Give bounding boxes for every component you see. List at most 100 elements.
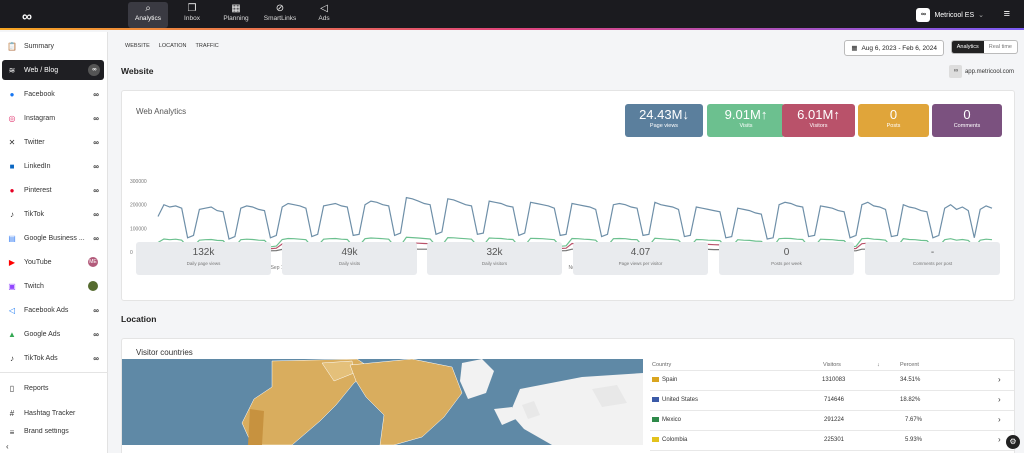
- web-analytics-title: Web Analytics: [136, 107, 187, 116]
- nav-ads[interactable]: ◁ Ads: [304, 2, 344, 28]
- twitch-icon: ▣: [8, 281, 16, 291]
- country-name: Mexico: [662, 417, 682, 424]
- nav-planning[interactable]: ▦ Planning: [216, 2, 256, 28]
- country-name: Spain: [662, 377, 678, 384]
- chevron-right-icon[interactable]: ›: [998, 415, 1001, 424]
- kpi-page-views[interactable]: 24.43M↓ Page views: [625, 104, 703, 137]
- sidebar-item-label: Brand settings: [24, 428, 69, 435]
- site-indicator[interactable]: ∞ app.metricool.com: [948, 65, 1014, 78]
- sidebar-item-twitch[interactable]: ▣ Twitch: [2, 276, 104, 296]
- date-range-picker[interactable]: ▦ Aug 6, 2023 - Feb 6, 2024: [844, 40, 944, 56]
- rss-icon: ≋: [8, 65, 16, 75]
- mode-toggle: Analytics Real time: [950, 40, 1018, 54]
- hamburger-menu-icon[interactable]: ≡: [1004, 8, 1010, 20]
- country-visitors: 225301: [824, 437, 845, 443]
- kpi-visitors[interactable]: 6.01M↑ Visitors: [782, 104, 855, 137]
- collapse-sidebar-icon[interactable]: ‹: [6, 442, 9, 451]
- stat-posts-per-week: 0 Posts per week: [719, 242, 854, 275]
- section-tabs: WEBSITE LOCATION TRAFFIC: [125, 43, 219, 49]
- sidebar-item-summary[interactable]: 📋 Summary: [2, 36, 104, 56]
- sidebar-item-label: Twitch: [24, 282, 44, 290]
- twitch-avatar: [88, 281, 98, 291]
- site-logo: ∞: [948, 65, 962, 78]
- sidebar-item-tiktok-ads[interactable]: ♪ TikTok Ads ∞: [2, 348, 104, 368]
- us-flag-icon: [652, 397, 659, 402]
- country-visitors: 1310083: [822, 377, 846, 383]
- mexico-flag-icon: [652, 417, 659, 422]
- tab-location[interactable]: LOCATION: [159, 43, 187, 49]
- tab-website[interactable]: WEBSITE: [125, 43, 150, 49]
- chevron-right-icon[interactable]: ›: [998, 435, 1001, 444]
- nav-analytics[interactable]: ⌕ Analytics: [128, 2, 168, 28]
- sidebar-item-facebook-ads[interactable]: ◁ Facebook Ads ∞: [2, 300, 104, 320]
- sidebar-item-google-ads[interactable]: ▲ Google Ads ∞: [2, 324, 104, 344]
- sidebar-item-web-blog[interactable]: ≋ Web / Blog ∞: [2, 60, 104, 80]
- tab-traffic[interactable]: TRAFFIC: [195, 43, 218, 49]
- table-row-spain[interactable]: Spain 1310083 34.51% ›: [650, 371, 1014, 391]
- sidebar-item-hashtag-tracker[interactable]: # Hashtag Tracker: [2, 403, 104, 423]
- link-icon: ∞: [93, 305, 99, 315]
- profile-menu[interactable]: ∞ Metricool ES ⌄: [916, 8, 984, 22]
- sidebar-item-youtube[interactable]: ▶ YouTube ME: [2, 252, 104, 272]
- table-row-united-states[interactable]: United States 714646 18.82% ›: [650, 391, 1014, 411]
- sidebar-item-brand-settings[interactable]: ≡ Brand settings: [2, 428, 104, 438]
- settings-fab-icon[interactable]: ⚙: [1006, 435, 1020, 449]
- kpi-label: Visits: [739, 123, 753, 129]
- linkedin-icon: ■: [9, 161, 15, 171]
- y-tick-label: 200000: [130, 203, 147, 209]
- world-map[interactable]: [122, 359, 643, 445]
- nav-inbox-label: Inbox: [184, 15, 200, 22]
- settings-icon: ≡: [9, 428, 15, 437]
- table-header: Country Visitors ↓ Percent: [650, 359, 1014, 371]
- toggle-analytics[interactable]: Analytics: [951, 41, 984, 53]
- stat-value: -: [930, 247, 935, 258]
- countries-table: Country Visitors ↓ Percent Spain 1310083…: [650, 359, 1014, 451]
- nav-inbox[interactable]: ❐ Inbox: [172, 2, 212, 28]
- column-visitors[interactable]: Visitors: [823, 362, 841, 368]
- sidebar-item-label: Facebook Ads: [24, 306, 69, 314]
- stat-daily-page-views: 132k Daily page views: [136, 242, 271, 275]
- brand-avatar: ∞: [916, 8, 931, 22]
- kpi-value: 9.01M: [724, 107, 761, 122]
- sidebar-item-linkedin[interactable]: ■ LinkedIn ∞: [2, 156, 104, 176]
- kpi-comments[interactable]: 0 Comments: [932, 104, 1002, 137]
- sidebar-item-pinterest[interactable]: ● Pinterest ∞: [2, 180, 104, 200]
- kpi-label: Page views: [649, 123, 679, 129]
- sidebar-item-google-business[interactable]: ▤ Google Business ... ∞: [2, 228, 104, 248]
- clipboard-icon: 📋: [7, 41, 17, 51]
- nav-ads-label: Ads: [318, 15, 330, 22]
- nav-smartlinks[interactable]: ⊘ SmartLinks: [260, 2, 300, 28]
- stat-label: Daily page views: [186, 261, 221, 266]
- visitor-countries-title: Visitor countries: [136, 348, 193, 357]
- sidebar-item-facebook[interactable]: ● Facebook ∞: [2, 84, 104, 104]
- kpi-visits[interactable]: 9.01M↑ Visits: [707, 104, 785, 137]
- google-business-icon: ▤: [8, 233, 16, 243]
- kpi-value: 0: [889, 107, 898, 122]
- table-row-colombia[interactable]: Colombia 225301 5.93% ›: [650, 431, 1014, 451]
- facebook-icon: ●: [9, 89, 15, 99]
- sidebar-item-label: Reports: [24, 384, 49, 392]
- sidebar-item-label: TikTok: [24, 210, 44, 218]
- nav-analytics-label: Analytics: [134, 15, 161, 22]
- chevron-right-icon[interactable]: ›: [998, 375, 1001, 384]
- chevron-right-icon[interactable]: ›: [998, 395, 1001, 404]
- sidebar-item-reports[interactable]: ▯ Reports: [2, 378, 104, 398]
- y-tick-label: 300000: [130, 179, 147, 185]
- country-percent: 34.51%: [900, 377, 921, 383]
- sidebar-item-tiktok[interactable]: ♪ TikTok ∞: [2, 204, 104, 224]
- sort-arrow-icon[interactable]: ↓: [877, 362, 880, 368]
- sidebar-item-instagram[interactable]: ◎ Instagram ∞: [2, 108, 104, 128]
- sidebar-item-twitter[interactable]: ✕ Twitter ∞: [2, 132, 104, 152]
- chevron-down-icon: ⌄: [978, 12, 984, 19]
- metricool-logo[interactable]: ∞: [22, 8, 32, 24]
- stat-label: Daily visitors: [481, 261, 508, 266]
- y-tick-label: 100000: [130, 226, 147, 232]
- kpi-posts[interactable]: 0 Posts: [858, 104, 929, 137]
- table-row-mexico[interactable]: Mexico 291224 7.67% ›: [650, 411, 1014, 431]
- trend-down-icon: ↓: [682, 107, 689, 122]
- country-name: Colombia: [662, 437, 688, 444]
- link-icon: ∞: [93, 353, 99, 363]
- pinterest-icon: ●: [9, 185, 15, 195]
- sidebar-item-label: Instagram: [24, 114, 56, 122]
- toggle-real-time[interactable]: Real time: [984, 41, 1017, 53]
